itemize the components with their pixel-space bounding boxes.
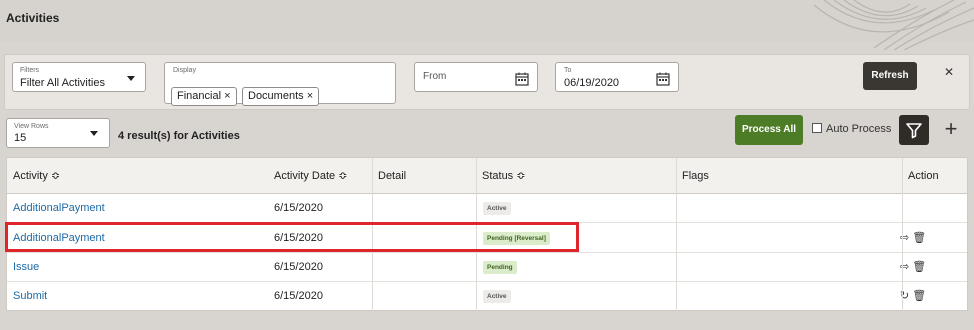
filters-label: Filters bbox=[20, 67, 40, 74]
display-label: Display bbox=[173, 67, 196, 74]
column-divider bbox=[902, 158, 903, 311]
from-date-field[interactable]: From bbox=[414, 62, 538, 92]
result-count: 4 result(s) for Activities bbox=[118, 130, 240, 142]
row-actions[interactable]: ↻ 🗑 bbox=[900, 282, 926, 311]
column-header-activity[interactable]: Activity ≎ bbox=[7, 158, 268, 194]
view-rows-value: 15 bbox=[14, 132, 27, 144]
table-row: AdditionalPayment 6/15/2020 Active bbox=[7, 194, 967, 223]
status-badge: Active bbox=[483, 290, 511, 303]
refresh-button[interactable]: Refresh bbox=[863, 62, 917, 90]
from-label: From bbox=[423, 71, 447, 82]
status-badge: Active bbox=[483, 202, 511, 215]
column-header-activity-date[interactable]: Activity Date ≎ bbox=[268, 158, 372, 194]
to-value: 06/19/2020 bbox=[564, 77, 620, 89]
auto-process-toggle[interactable]: Auto Process bbox=[812, 123, 891, 135]
process-all-button[interactable]: Process All bbox=[735, 115, 803, 145]
display-chip-documents[interactable]: Documents × bbox=[242, 87, 320, 106]
display-multiselect[interactable]: Display Financial × Documents × bbox=[164, 62, 396, 106]
row-highlight-annotation bbox=[5, 222, 579, 252]
column-header-detail: Detail bbox=[372, 158, 476, 194]
page-title: Activities bbox=[6, 11, 60, 25]
auto-process-checkbox[interactable] bbox=[812, 123, 822, 133]
table-row: Submit 6/15/2020 Active ↻ 🗑 bbox=[7, 282, 967, 311]
to-date-field[interactable]: To 06/19/2020 bbox=[555, 62, 679, 92]
calendar-icon[interactable] bbox=[656, 72, 670, 86]
activity-date: 6/15/2020 bbox=[274, 261, 323, 273]
to-label: To bbox=[564, 67, 572, 74]
column-divider bbox=[676, 158, 677, 311]
row-actions[interactable]: ⇨ 🗑 bbox=[900, 253, 926, 282]
row-actions[interactable]: ⇨ 🗑 bbox=[900, 224, 926, 253]
activity-link[interactable]: AdditionalPayment bbox=[13, 194, 105, 223]
view-rows-dropdown[interactable]: View Rows 15 bbox=[6, 118, 110, 148]
status-badge: Pending bbox=[483, 261, 517, 274]
header-bar: Activities bbox=[0, 0, 974, 50]
activity-link[interactable]: Submit bbox=[13, 282, 47, 311]
column-header-status[interactable]: Status ≎ bbox=[476, 158, 676, 194]
column-header-flags: Flags bbox=[676, 158, 902, 194]
display-chip-financial[interactable]: Financial × bbox=[171, 87, 237, 106]
column-header-action: Action bbox=[902, 158, 967, 194]
activity-link[interactable]: Issue bbox=[13, 253, 39, 282]
fingerprint-decoration-icon bbox=[813, 0, 974, 50]
auto-process-label: Auto Process bbox=[826, 123, 892, 135]
filters-dropdown[interactable]: Filters Filter All Activities bbox=[12, 62, 146, 92]
activity-date: 6/15/2020 bbox=[274, 202, 323, 214]
chevron-down-icon bbox=[127, 76, 135, 81]
table-row: Issue 6/15/2020 Pending ⇨ 🗑 bbox=[7, 253, 967, 282]
filters-value: Filter All Activities bbox=[20, 77, 105, 89]
activity-date: 6/15/2020 bbox=[274, 290, 323, 302]
calendar-icon[interactable] bbox=[515, 72, 529, 86]
filter-button[interactable] bbox=[899, 115, 929, 145]
chevron-down-icon bbox=[90, 131, 98, 136]
funnel-icon bbox=[906, 123, 922, 139]
view-rows-label: View Rows bbox=[14, 123, 49, 130]
add-icon[interactable]: + bbox=[941, 117, 961, 141]
close-icon[interactable]: ✕ bbox=[942, 65, 956, 79]
